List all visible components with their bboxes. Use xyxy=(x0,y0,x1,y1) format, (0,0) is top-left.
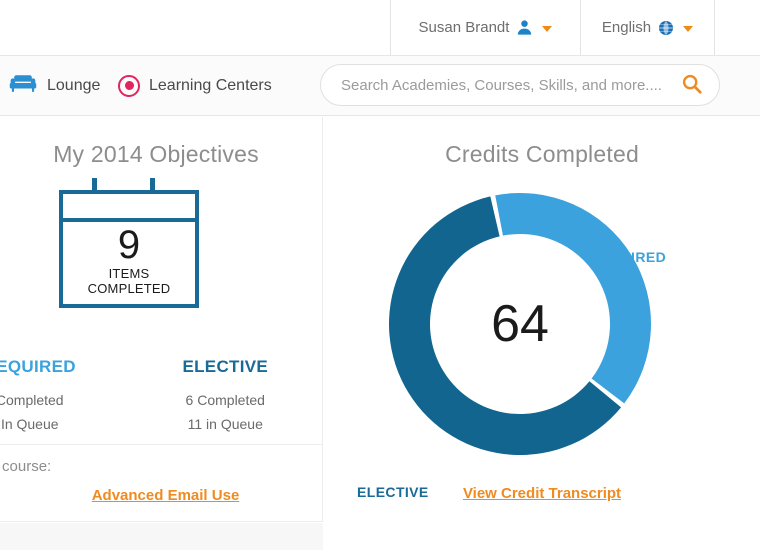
chevron-down-icon xyxy=(542,25,553,32)
calendar-header-strip xyxy=(63,194,195,222)
advanced-email-use-link[interactable]: Advanced Email Use xyxy=(8,487,323,504)
last-course-text: e last course: xyxy=(0,458,52,475)
nav-label-lounge: Lounge xyxy=(47,76,101,94)
nav-label-learning-centers: Learning Centers xyxy=(149,76,272,94)
objectives-card-below-strip xyxy=(0,523,323,550)
credits-card-title: Credits Completed xyxy=(445,141,639,167)
items-completed-caption-2: COMPLETED xyxy=(87,281,171,297)
search-input[interactable] xyxy=(341,76,681,94)
language-name: English xyxy=(601,19,652,36)
bullseye-icon xyxy=(118,74,140,97)
language-menu[interactable]: English xyxy=(580,0,714,55)
items-completed-count: 9 xyxy=(117,223,141,267)
credits-donut-chart: 64 REQUIRED ELECTIVE xyxy=(324,168,760,500)
dashboard-cards: My 2014 Objectives 9 ITEMS COMPLETED REQ… xyxy=(0,117,760,550)
search-bar[interactable] xyxy=(320,64,720,106)
page-root: Susan Brandt English Lounge Learning Cen… xyxy=(0,0,760,550)
utility-bar-right-divider xyxy=(714,0,715,55)
stat-required-completed: Completed xyxy=(0,392,64,408)
search-icon xyxy=(681,73,703,98)
user-name: Susan Brandt xyxy=(418,19,510,36)
objectives-card: My 2014 Objectives 9 ITEMS COMPLETED REQ… xyxy=(0,117,323,550)
chevron-down-icon xyxy=(683,25,694,32)
couch-icon xyxy=(8,72,38,99)
stat-heading-required: REQUIRED xyxy=(0,357,76,376)
view-credit-transcript-link[interactable]: View Credit Transcript xyxy=(324,485,760,502)
globe-icon xyxy=(658,20,674,36)
nav-item-lounge[interactable]: Lounge xyxy=(8,56,100,115)
search-button[interactable] xyxy=(681,73,703,98)
utility-bar: Susan Brandt English xyxy=(0,0,760,56)
nav-item-learning-centers[interactable]: Learning Centers xyxy=(118,56,272,115)
objectives-card-title: My 2014 Objectives xyxy=(53,141,259,167)
calendar-graphic: 9 ITEMS COMPLETED xyxy=(59,178,199,308)
user-icon xyxy=(516,19,533,36)
user-menu[interactable]: Susan Brandt xyxy=(390,0,580,55)
stat-heading-elective: ELECTIVE xyxy=(182,357,269,376)
donut-segment-required[interactable] xyxy=(495,192,652,404)
stat-elective-queue: 11 in Queue xyxy=(187,416,263,433)
items-completed-caption-1: ITEMS xyxy=(108,266,150,281)
donut-svg xyxy=(388,192,652,456)
objectives-card-footer: e last course: Advanced Email Use xyxy=(0,444,323,522)
credits-card: Credits Completed 64 REQUIRED ELECTIVE V… xyxy=(324,117,760,550)
stat-elective-completed: 6 Completed xyxy=(185,392,265,408)
donut-label-required: REQUIRED xyxy=(589,249,667,265)
stat-column-required: REQUIRED Completed In Queue xyxy=(0,357,128,436)
stat-required-queue: In Queue xyxy=(0,416,59,433)
stat-column-elective: ELECTIVE 6 Completed 11 in Queue xyxy=(128,357,324,436)
objectives-stats: REQUIRED Completed In Queue ELECTIVE 6 C… xyxy=(0,357,323,436)
